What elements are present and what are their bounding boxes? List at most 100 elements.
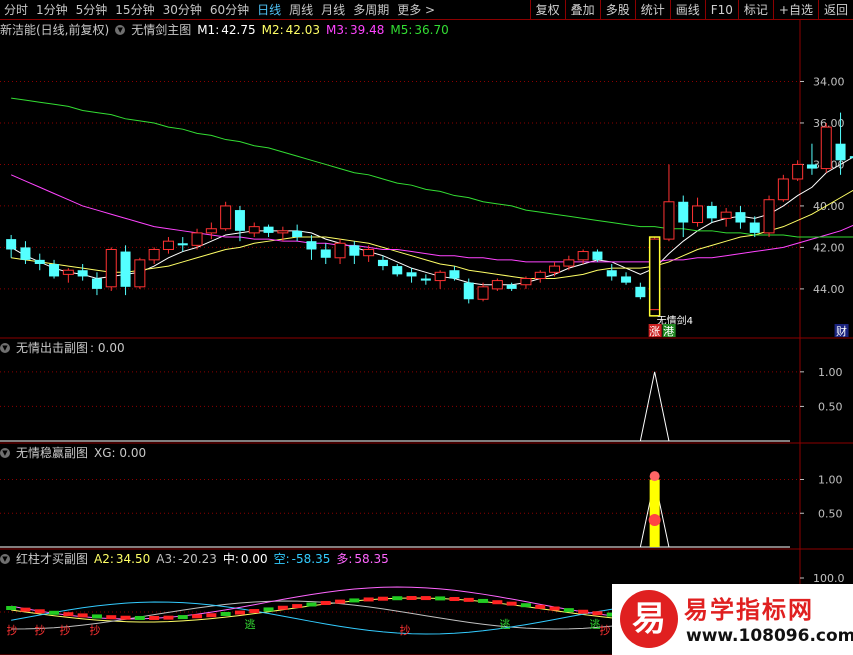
osc-bar	[292, 604, 303, 609]
watermark: 易 易学指标网 www.108096.com	[612, 584, 853, 655]
candle-body	[463, 282, 474, 300]
candle-body	[34, 259, 45, 264]
tag-cai: 财	[836, 324, 847, 338]
osc-bar	[535, 604, 546, 609]
buy-marker: 抄	[90, 623, 101, 637]
candle-body	[105, 248, 117, 288]
buy-marker: 抄	[60, 623, 71, 637]
osc-bar	[91, 614, 102, 619]
candle-body	[606, 270, 617, 277]
candle-body	[835, 143, 846, 161]
xg-bar	[649, 479, 660, 547]
tag-zhang: 涨	[649, 325, 660, 338]
candle-body	[520, 278, 532, 286]
candle-body	[205, 228, 217, 234]
candle-body	[692, 205, 704, 224]
y-tick-label: 42.00	[813, 241, 845, 254]
candle-body	[792, 163, 804, 180]
osc-bar	[320, 600, 331, 605]
candle-body	[320, 249, 331, 258]
candle-body	[635, 286, 646, 298]
candle-body	[735, 212, 746, 223]
y-tick-label: 34.00	[813, 75, 845, 88]
y-tick-label: 1.00	[818, 474, 843, 487]
chart-canvas[interactable]: 44.0042.0040.0038.0036.0034.0045.33无情剑4涨…	[0, 0, 853, 655]
candle-body	[506, 284, 517, 289]
buy-marker: 抄	[35, 623, 46, 637]
osc-bar	[463, 597, 474, 602]
candle-body	[220, 205, 232, 230]
osc-bar	[306, 602, 317, 607]
candle-body	[191, 232, 203, 246]
candle-body	[134, 259, 146, 288]
buy-marker: 抄	[7, 623, 18, 637]
candle-body	[49, 264, 60, 277]
watermark-title: 易学指标网	[684, 596, 814, 624]
buy-marker: 抄	[400, 623, 411, 637]
osc-bar	[578, 609, 589, 614]
candle-body	[62, 269, 74, 275]
candle-body	[306, 241, 317, 250]
candle-body	[263, 226, 274, 233]
y-tick-label: 1.00	[818, 366, 843, 379]
tag-gang: 港	[663, 325, 674, 338]
candle-body	[592, 251, 603, 260]
osc-bar	[392, 596, 403, 601]
candle-body	[720, 211, 732, 219]
candle-body	[434, 271, 446, 282]
osc-bar	[220, 611, 231, 616]
candle-body	[392, 266, 403, 275]
osc-bar	[234, 610, 245, 615]
xg-mid-marker	[648, 514, 661, 526]
osc-bar	[192, 614, 203, 619]
sell-marker: 逃	[245, 618, 256, 631]
osc-bar	[163, 615, 174, 620]
osc-bar	[435, 596, 446, 601]
osc-bar	[249, 609, 260, 614]
candle-body	[148, 248, 160, 261]
candle-body	[449, 270, 460, 279]
osc-bar	[6, 606, 17, 610]
candle-body	[292, 230, 303, 238]
buy-marker: 抄	[600, 623, 611, 637]
osc-bar	[177, 615, 188, 620]
osc-bar	[206, 613, 217, 618]
osc-bar	[406, 596, 417, 601]
candle-body	[420, 278, 431, 281]
candle-body	[91, 278, 102, 289]
candle-body	[349, 245, 360, 256]
y-tick-label: 0.50	[818, 400, 843, 413]
osc-bar	[120, 615, 131, 620]
osc-bar	[34, 609, 45, 614]
candle-body	[162, 240, 174, 250]
candle-body	[6, 239, 17, 250]
candle-body	[577, 251, 589, 261]
candle-body	[248, 226, 260, 234]
watermark-logo: 易	[620, 590, 678, 648]
candle-body	[491, 280, 503, 290]
candle-body	[806, 164, 817, 169]
osc-bar	[492, 600, 503, 605]
osc-bar	[349, 598, 360, 603]
osc-bar	[363, 597, 374, 602]
candle-body	[406, 272, 417, 277]
candle-body	[706, 205, 717, 219]
osc-bar	[449, 597, 460, 602]
osc-bar	[549, 606, 560, 611]
osc-bar	[335, 599, 346, 604]
candle-body	[649, 238, 661, 311]
osc-bar	[592, 611, 603, 616]
candle-body	[621, 276, 632, 283]
osc-bar	[20, 607, 31, 612]
osc-bar	[506, 601, 517, 606]
candle-body	[549, 265, 561, 273]
sell-marker: 逃	[500, 618, 511, 631]
osc-bar	[478, 598, 489, 603]
candle-body	[820, 126, 832, 170]
candle-body	[77, 270, 88, 277]
candle-body	[363, 248, 375, 257]
candle-body	[177, 243, 188, 246]
watermark-url: www.108096.com	[686, 626, 853, 646]
osc-bar	[49, 610, 60, 615]
candle-body	[20, 247, 31, 260]
